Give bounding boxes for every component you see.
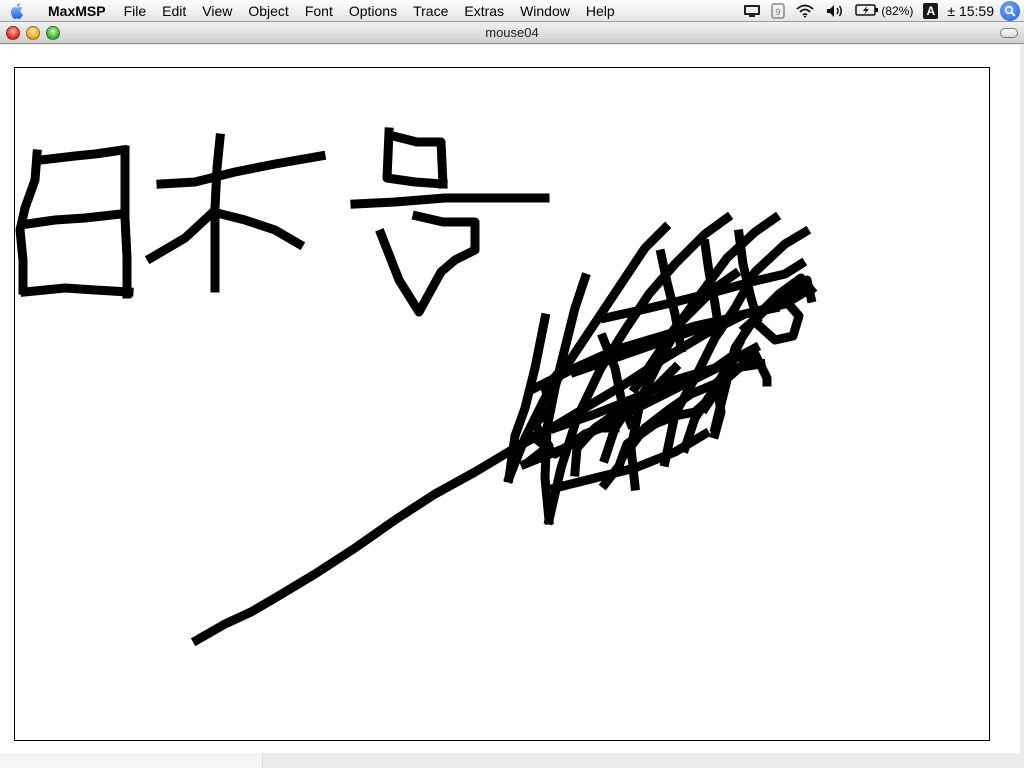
- input-source-icon: A: [923, 3, 939, 19]
- stroke: [36, 144, 129, 165]
- freehand-drawing: [15, 127, 818, 647]
- menu-help[interactable]: Help: [578, 0, 623, 22]
- menu-bar: MaxMSP File Edit View Object Font Option…: [0, 0, 1024, 22]
- window-title: mouse04: [485, 25, 539, 40]
- spotlight-search-icon[interactable]: [1000, 1, 1020, 21]
- window-titlebar[interactable]: mouse04: [0, 22, 1024, 44]
- stroke: [20, 283, 134, 297]
- stroke: [375, 210, 480, 317]
- menu-clock[interactable]: ± 15:59: [943, 3, 1000, 19]
- apple-menu-icon[interactable]: [0, 0, 34, 22]
- menu-extras[interactable]: Extras: [456, 0, 512, 22]
- toolbar-toggle-button[interactable]: [1000, 28, 1018, 38]
- stroke: [215, 208, 306, 251]
- stroke: [144, 207, 218, 265]
- menu-window[interactable]: Window: [512, 0, 578, 22]
- menu-edit[interactable]: Edit: [154, 0, 194, 22]
- stroke: [21, 209, 126, 230]
- horizontal-scrollbar[interactable]: [0, 753, 1024, 768]
- stroke: [156, 150, 327, 189]
- battery-status[interactable]: (82%): [850, 0, 918, 22]
- menu-options[interactable]: Options: [341, 0, 405, 22]
- input-menu[interactable]: A: [918, 0, 943, 22]
- menu-trace[interactable]: Trace: [405, 0, 456, 22]
- sync-icon[interactable]: 9: [766, 0, 790, 22]
- patcher-content: [0, 45, 1024, 768]
- menu-font[interactable]: Font: [297, 0, 341, 22]
- menu-file[interactable]: File: [116, 0, 155, 22]
- vertical-scrollbar[interactable]: [1020, 45, 1024, 768]
- display-mirror-icon[interactable]: [738, 0, 766, 22]
- menu-view[interactable]: View: [194, 0, 240, 22]
- stroke: [350, 193, 550, 209]
- battery-percentage: (82%): [881, 4, 914, 18]
- svg-text:9: 9: [776, 8, 782, 18]
- volume-icon[interactable]: [820, 0, 850, 22]
- app-menu[interactable]: MaxMSP: [34, 0, 116, 22]
- patcher-window: mouse04: [0, 22, 1024, 768]
- horizontal-scroll-thumb[interactable]: [262, 753, 1024, 768]
- stroke: [120, 145, 132, 299]
- lcd-drawing-canvas[interactable]: [14, 67, 990, 741]
- menu-extras-area: 9 (82%) A ± 15:59: [738, 0, 1024, 22]
- wifi-icon[interactable]: [790, 0, 820, 22]
- menu-object[interactable]: Object: [240, 0, 296, 22]
- battery-icon: [855, 3, 879, 20]
- stroke: [190, 429, 542, 647]
